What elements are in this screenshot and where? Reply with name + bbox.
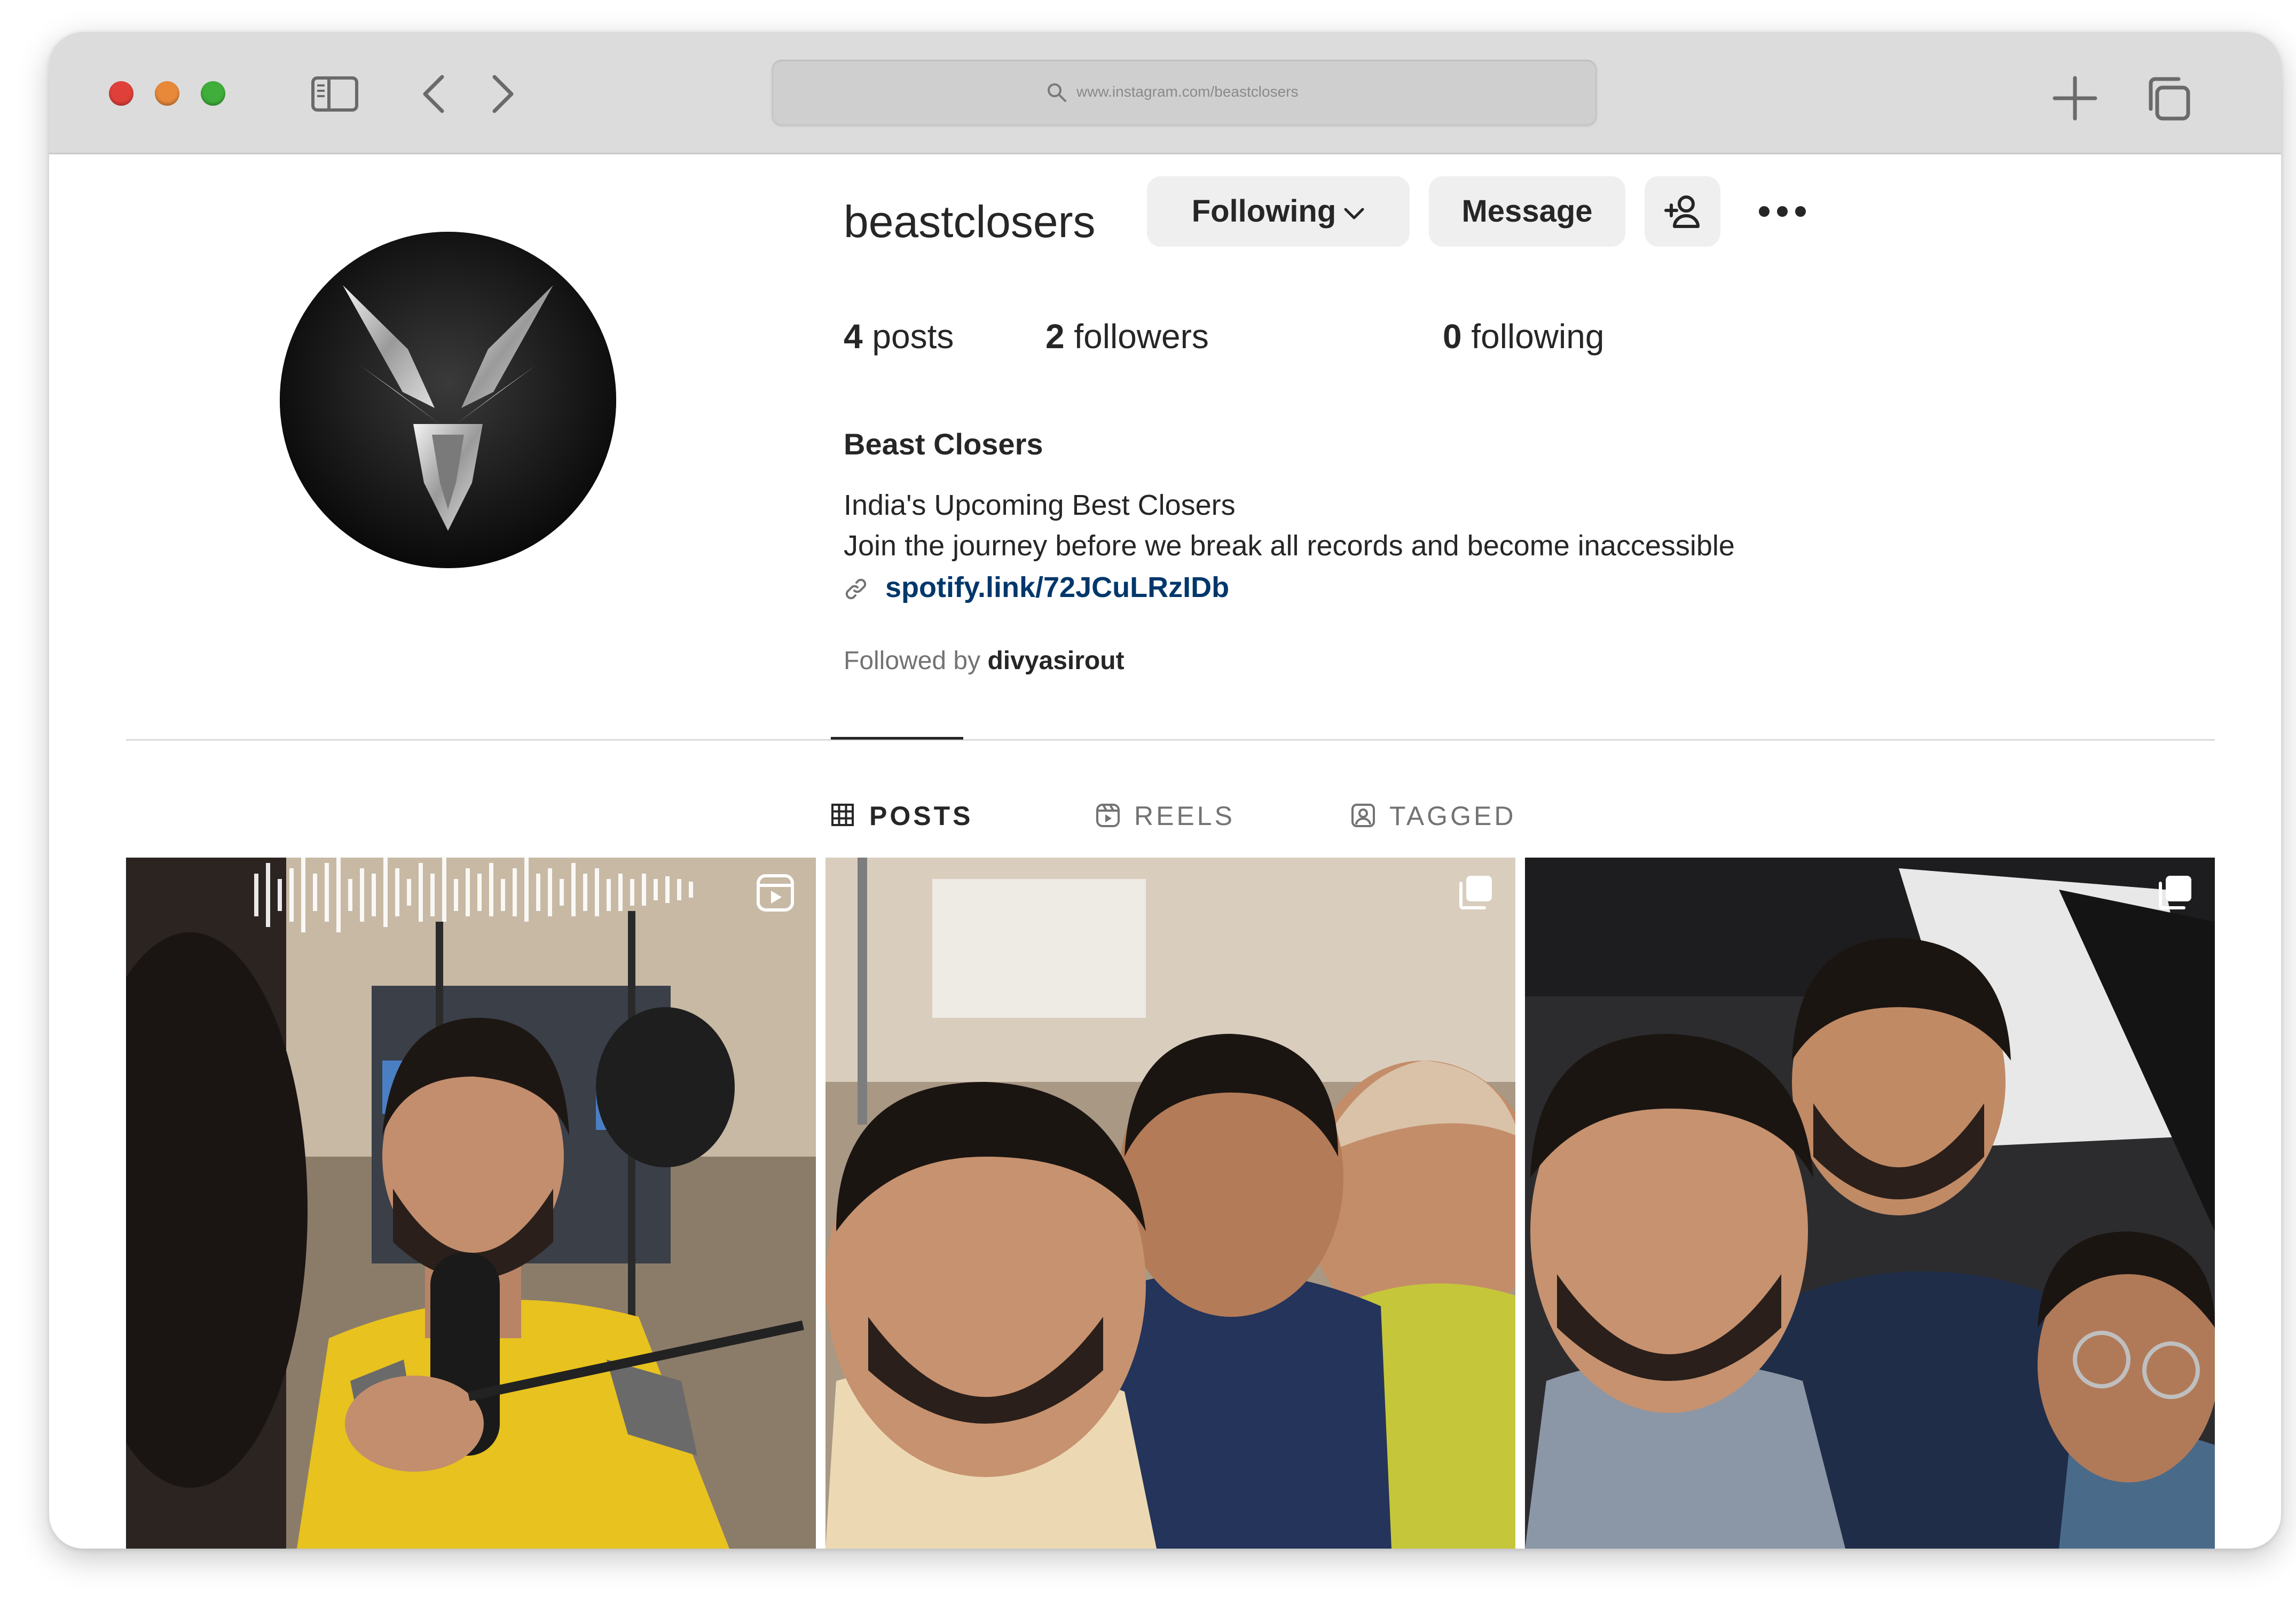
following-button[interactable]: Following	[1147, 176, 1410, 247]
bio-line: India's Upcoming Best Closers	[844, 489, 1236, 521]
close-window-button[interactable]	[109, 81, 133, 106]
back-icon[interactable]	[419, 74, 449, 114]
posts-count: 4 posts	[844, 317, 954, 356]
zoom-window-button[interactable]	[201, 81, 225, 106]
search-icon	[1048, 83, 1066, 102]
followers-link[interactable]: 2 followers	[1045, 310, 1209, 363]
grid-icon	[831, 804, 854, 826]
post-thumbnail[interactable]	[126, 858, 816, 1549]
add-user-icon	[1664, 195, 1700, 228]
sidebar-icon[interactable]	[311, 75, 359, 113]
beast-logo-image	[280, 232, 616, 568]
post-image	[1525, 858, 2215, 1549]
suggest-users-button[interactable]	[1645, 176, 1720, 247]
link-icon	[845, 578, 867, 600]
profile-full-name: Beast Closers	[844, 427, 1043, 461]
message-button-label: Message	[1461, 194, 1593, 229]
forward-icon[interactable]	[488, 74, 518, 114]
profile-username: beastclosers	[844, 197, 1096, 247]
post-image	[126, 858, 816, 1549]
browser-window: www.instagram.com/beastclosers beastclos…	[49, 32, 2281, 1549]
tab-tagged-label: TAGGED	[1389, 801, 1516, 831]
message-button[interactable]: Message	[1429, 176, 1625, 247]
chevron-down-icon	[1344, 208, 1364, 219]
minimize-window-button[interactable]	[155, 81, 179, 106]
browser-toolbar: www.instagram.com/beastclosers	[49, 32, 2281, 154]
tab-posts-label: POSTS	[869, 801, 973, 831]
carousel-icon	[2159, 876, 2191, 909]
following-button-label: Following	[1191, 194, 1336, 229]
url-text: www.instagram.com/beastclosers	[1076, 83, 1299, 100]
bio-line: Join the journey before we break all rec…	[844, 530, 1735, 562]
active-tab-indicator	[831, 737, 963, 740]
tabs-overview-icon[interactable]	[2143, 74, 2192, 123]
followed-by-user[interactable]: divyasirout	[987, 647, 1124, 675]
reel-icon	[757, 874, 794, 912]
carousel-icon	[1459, 876, 1492, 909]
profile-avatar[interactable]	[280, 232, 616, 568]
reels-icon	[1096, 804, 1120, 827]
more-options-icon[interactable]	[1757, 198, 1808, 225]
followed-by[interactable]: Followed by divyasirout	[844, 640, 1125, 682]
tab-reels-label: REELS	[1134, 801, 1235, 831]
posts-grid	[126, 858, 2215, 1549]
address-bar[interactable]: www.instagram.com/beastclosers	[772, 60, 1597, 125]
new-tab-icon[interactable]	[2050, 74, 2100, 123]
post-thumbnail[interactable]	[825, 858, 1515, 1549]
post-image	[825, 858, 1515, 1549]
post-thumbnail[interactable]	[1525, 858, 2215, 1549]
following-link[interactable]: 0 following	[1443, 310, 1604, 363]
tagged-icon	[1351, 804, 1375, 827]
tabs-divider	[126, 739, 2215, 741]
bio-link-text: spotify.link/72JCuLRzIDb	[885, 571, 1230, 603]
